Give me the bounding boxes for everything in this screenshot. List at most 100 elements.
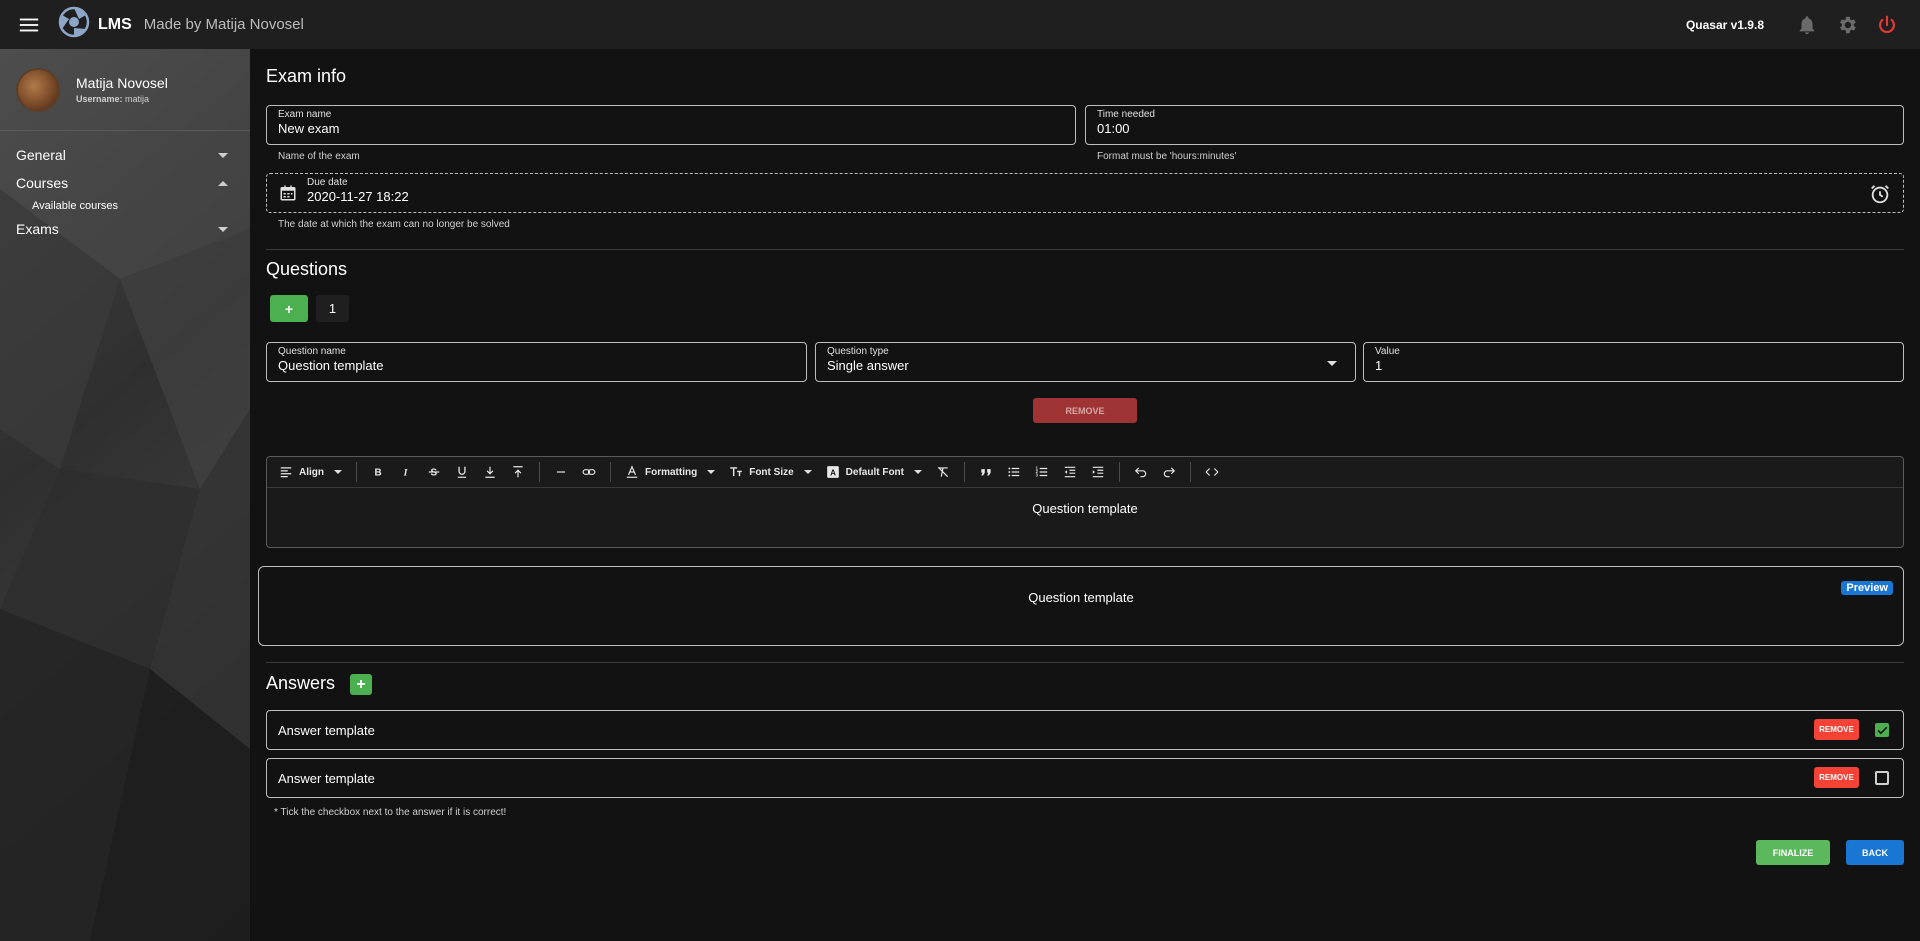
due-date-hint: The date at which the exam can no longer…	[278, 219, 510, 230]
chevron-down-icon	[218, 152, 228, 158]
numbered-list-icon: 123	[1036, 466, 1048, 478]
preview-badge: Preview	[1841, 581, 1893, 595]
undo-icon	[1134, 467, 1147, 478]
main-content: Exam info Exam name New exam Name of the…	[250, 49, 1920, 941]
underline-button[interactable]	[455, 465, 469, 479]
remove-answer-button[interactable]: REMOVE	[1814, 767, 1859, 788]
answers-note: * Tick the checkbox next to the answer i…	[274, 807, 507, 818]
clock-icon[interactable]	[1869, 183, 1891, 205]
divider	[266, 249, 1904, 250]
notifications-button[interactable]	[1796, 14, 1818, 36]
align-dropdown[interactable]: Align	[279, 465, 342, 479]
bold-button[interactable]: B	[371, 465, 385, 479]
finalize-button[interactable]: FINALIZE	[1756, 840, 1830, 865]
editor-toolbar: Align B I S Formatting Font Size A Defau…	[267, 457, 1903, 488]
bullet-list-button[interactable]	[1007, 465, 1021, 479]
clear-format-button[interactable]	[936, 465, 950, 479]
font-family-dropdown[interactable]: A Default Font	[826, 465, 922, 479]
text-color-icon	[626, 465, 638, 478]
code-icon	[1205, 468, 1219, 476]
correct-checkbox[interactable]	[1875, 771, 1889, 785]
remove-answer-button[interactable]: REMOVE	[1814, 719, 1859, 740]
profile-name: Matija Novosel	[76, 75, 168, 91]
time-needed-field[interactable]: Time needed 01:00	[1085, 105, 1904, 145]
chevron-down-icon	[218, 226, 228, 232]
question-value-field[interactable]: Value 1	[1363, 342, 1904, 382]
vertical-align-bottom-icon	[485, 466, 495, 478]
strikethrough-button[interactable]: S	[427, 465, 441, 479]
superscript-button[interactable]	[511, 465, 525, 479]
horizontal-rule-button[interactable]	[554, 465, 568, 479]
answer-row[interactable]: Answer template REMOVE	[266, 710, 1904, 750]
svg-text:I: I	[403, 468, 409, 479]
sidebar-item-exams[interactable]: Exams	[0, 215, 250, 243]
answer-text: Answer template	[278, 722, 375, 738]
subscript-button[interactable]	[483, 465, 497, 479]
logout-button[interactable]	[1876, 14, 1898, 36]
back-button[interactable]: BACK	[1846, 840, 1904, 865]
question-editor[interactable]: Align B I S Formatting Font Size A Defau…	[266, 456, 1904, 548]
bell-icon	[1799, 15, 1815, 34]
correct-checkbox[interactable]	[1875, 723, 1889, 737]
check-icon	[1877, 726, 1888, 735]
remove-question-button[interactable]: REMOVE	[1033, 398, 1137, 423]
editor-content[interactable]: Question template	[267, 488, 1903, 516]
avatar	[16, 67, 60, 112]
chevron-down-icon	[803, 470, 812, 474]
svg-text:3: 3	[1036, 473, 1039, 478]
sidebar-item-available-courses[interactable]: Available courses	[0, 197, 250, 215]
horizontal-rule-icon	[556, 471, 566, 473]
indent-button[interactable]	[1091, 465, 1105, 479]
calendar-icon[interactable]	[279, 184, 297, 202]
code-view-button[interactable]	[1205, 465, 1219, 479]
sidebar: Matija Novosel Username: matija General …	[0, 49, 250, 941]
preview-content: Question template	[1028, 590, 1134, 605]
add-answer-button[interactable]: +	[350, 674, 372, 695]
chevron-down-icon	[914, 470, 922, 474]
font-icon: A	[826, 466, 839, 478]
brand: LMS Made by Matija Novosel	[58, 6, 304, 43]
quote-button[interactable]	[979, 465, 993, 479]
link-button[interactable]	[582, 465, 596, 479]
chevron-down-icon	[334, 470, 342, 474]
font-size-dropdown[interactable]: Font Size	[729, 465, 812, 479]
question-page-button[interactable]: 1	[316, 295, 349, 322]
sidebar-item-general[interactable]: General	[0, 141, 250, 169]
profile-username: Username: matija	[76, 94, 150, 104]
quasar-logo-icon	[58, 6, 90, 43]
redo-button[interactable]	[1162, 465, 1176, 479]
app-name: LMS	[98, 15, 132, 33]
add-question-button[interactable]: +	[270, 295, 308, 322]
outdent-icon	[1064, 466, 1076, 478]
answer-text: Answer template	[278, 770, 375, 786]
quote-icon	[981, 469, 991, 476]
answer-row[interactable]: Answer template REMOVE	[266, 758, 1904, 798]
app-header: LMS Made by Matija Novosel Quasar v1.9.8	[0, 0, 1920, 49]
formatting-dropdown[interactable]: Formatting	[625, 465, 716, 479]
question-name-field[interactable]: Question name Question template	[266, 342, 807, 382]
italic-button[interactable]: I	[399, 465, 413, 479]
format-clear-icon	[937, 466, 949, 478]
chevron-up-icon	[218, 180, 228, 186]
menu-button[interactable]	[0, 0, 58, 49]
bullet-list-icon	[1008, 467, 1020, 477]
numbered-list-button[interactable]: 123	[1035, 465, 1049, 479]
link-icon	[582, 469, 596, 475]
settings-button[interactable]	[1836, 14, 1858, 36]
app-subtitle: Made by Matija Novosel	[143, 16, 304, 33]
user-profile: Matija Novosel Username: matija	[0, 49, 250, 131]
due-date-field[interactable]: Due date 2020-11-27 18:22	[266, 173, 1904, 213]
chevron-down-icon	[707, 470, 716, 474]
answers-title: Answers	[266, 673, 336, 693]
outdent-button[interactable]	[1063, 465, 1077, 479]
underline-icon	[457, 466, 467, 478]
gear-icon	[1840, 16, 1856, 33]
sidebar-item-courses[interactable]: Courses	[0, 169, 250, 197]
strikethrough-icon: S	[428, 468, 440, 479]
bold-icon: B	[375, 468, 382, 479]
redo-icon	[1163, 467, 1176, 478]
exam-info-title: Exam info	[266, 66, 347, 86]
undo-button[interactable]	[1134, 465, 1148, 479]
exam-name-field[interactable]: Exam name New exam	[266, 105, 1076, 145]
question-type-select[interactable]: Question type Single answer	[815, 342, 1356, 382]
